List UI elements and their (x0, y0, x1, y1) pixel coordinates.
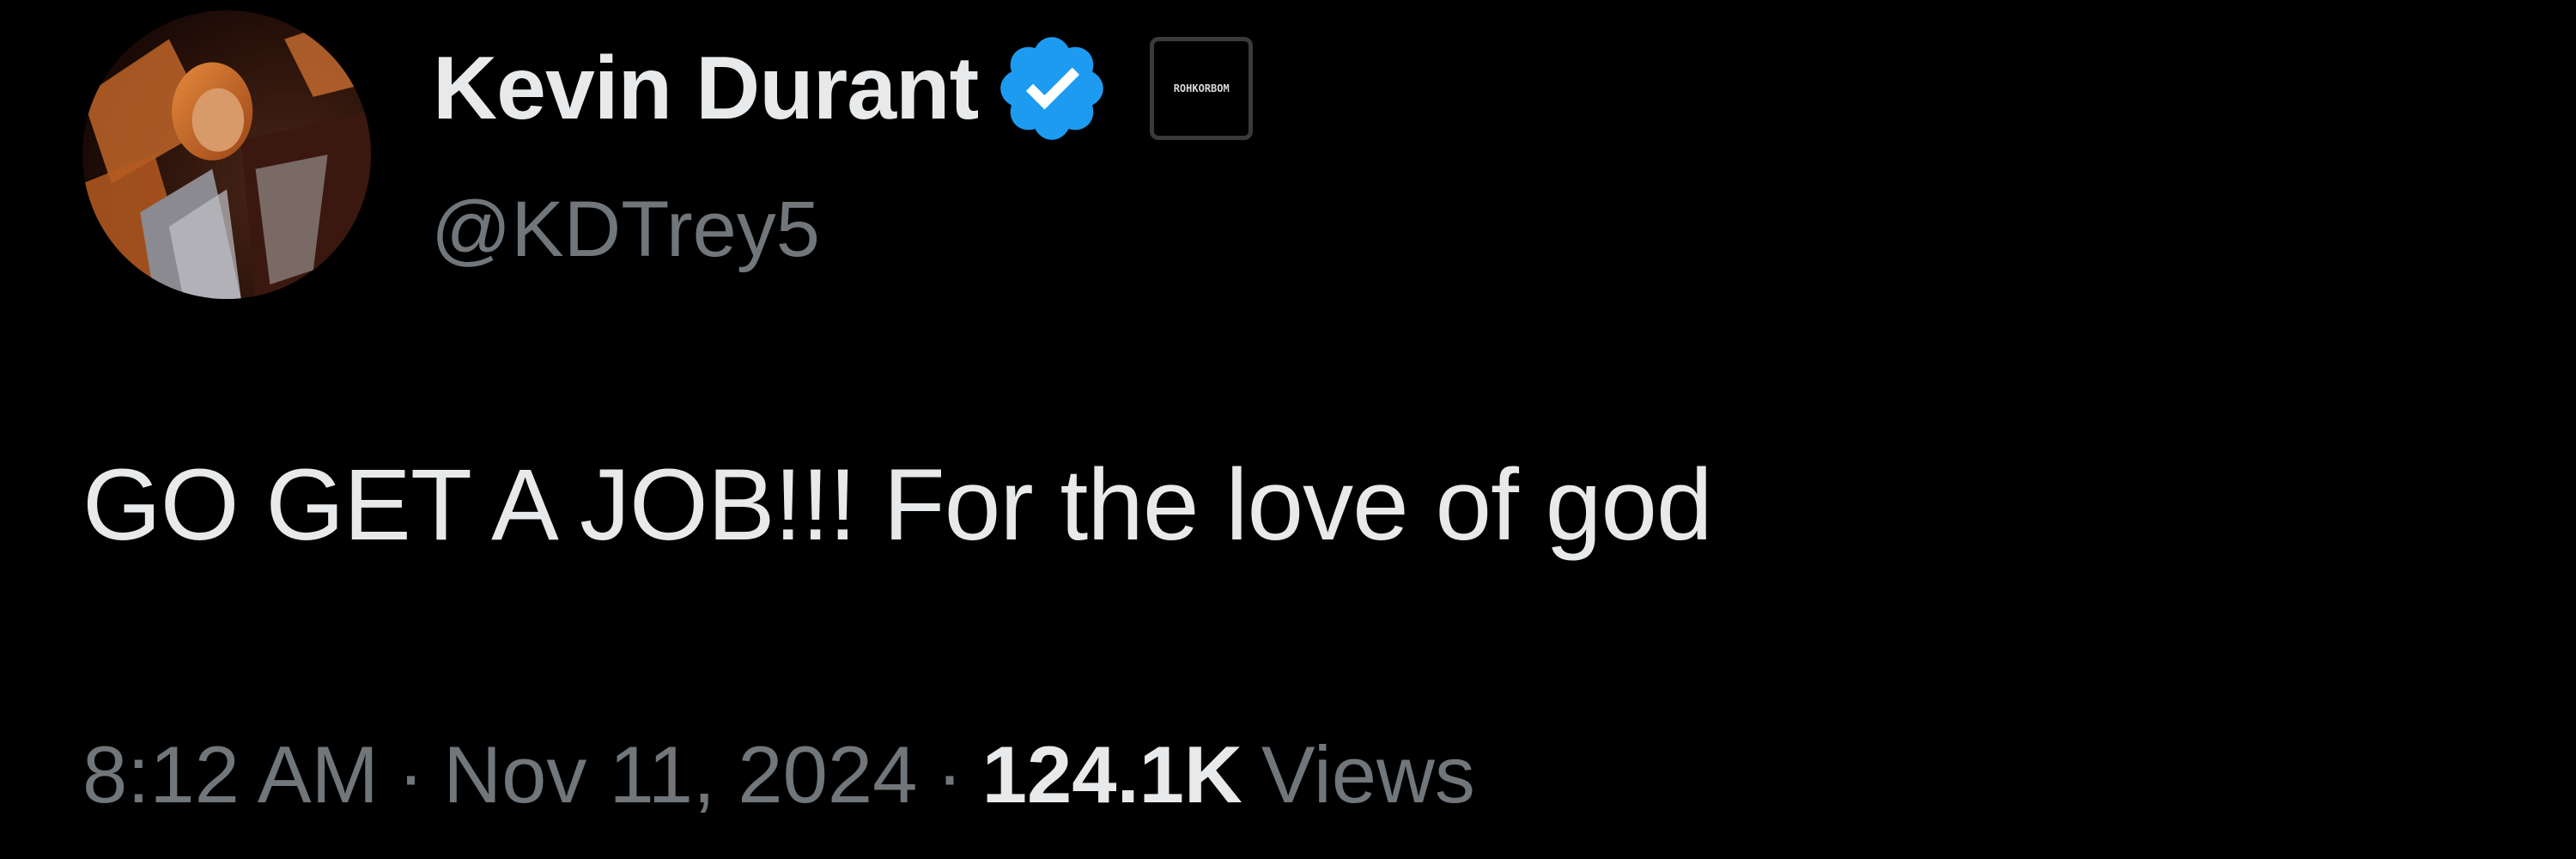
tweet-time[interactable]: 8:12 AM (82, 728, 379, 821)
tweet-text: GO GET A JOB!!! For the love of god (82, 448, 1713, 562)
author-handle[interactable]: @KDTrey5 (431, 185, 820, 275)
tweet-date[interactable]: Nov 11, 2024 (443, 728, 917, 821)
views-count[interactable]: 124.1K (982, 728, 1242, 821)
tweet-meta: 8:12 AM · Nov 11, 2024 · 124.1K Views (82, 728, 1475, 821)
affiliate-badge[interactable]: ROHKORBOM (1150, 37, 1254, 140)
author-name-row: Kevin Durant ROHKORBOM (433, 24, 1254, 153)
affiliate-badge-label: ROHKORBOM (1173, 82, 1230, 94)
meta-separator: · (936, 729, 963, 819)
tweet: Kevin Durant ROHKORBOM @KDTrey5 GO GET A… (0, 0, 2576, 859)
verified-badge-icon[interactable] (992, 28, 1112, 149)
author-display-name[interactable]: Kevin Durant (433, 38, 979, 140)
avatar[interactable] (82, 10, 371, 299)
meta-separator: · (397, 729, 425, 819)
avatar-image (82, 10, 371, 299)
views-label: Views (1261, 729, 1475, 819)
